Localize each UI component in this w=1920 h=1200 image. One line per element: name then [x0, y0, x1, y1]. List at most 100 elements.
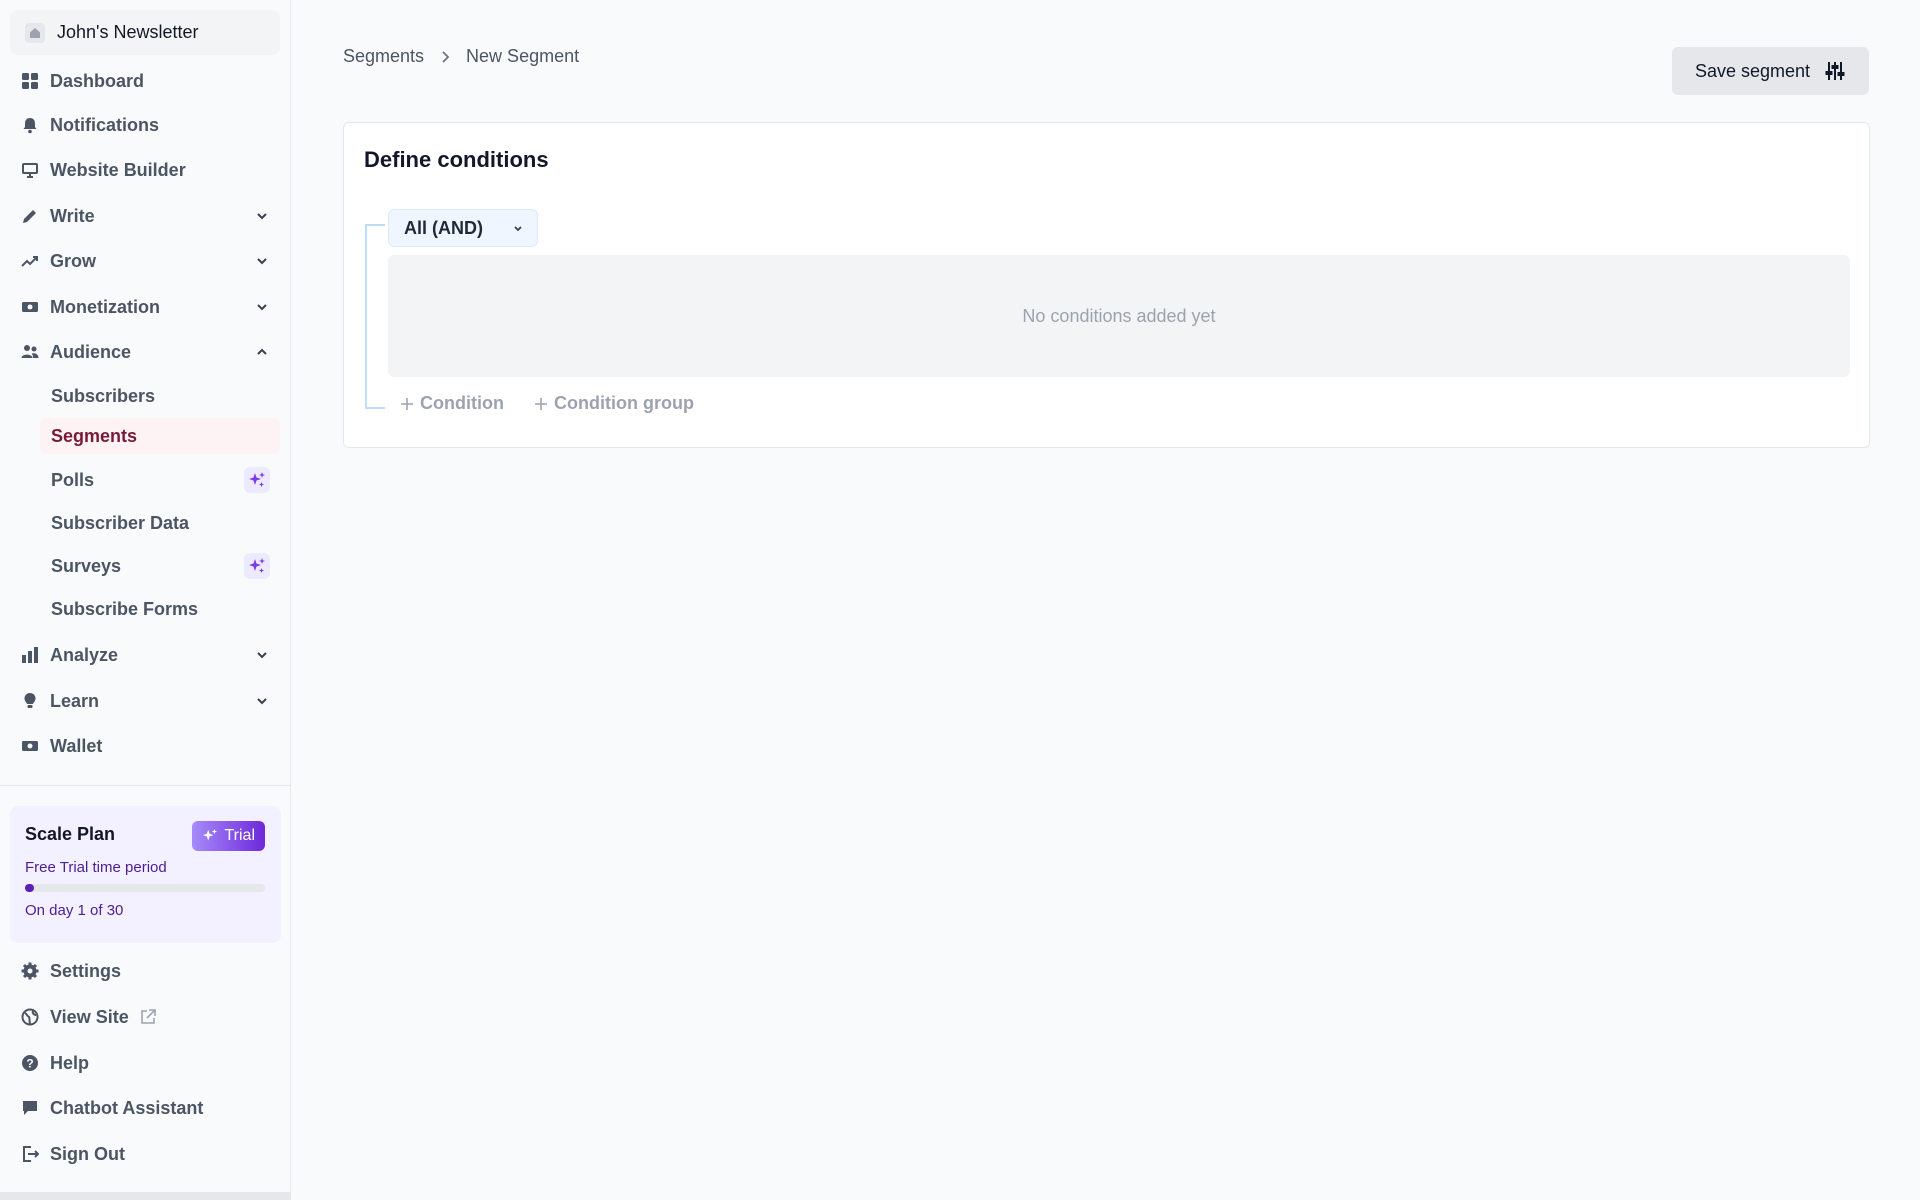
- sub-item-label: Surveys: [51, 555, 122, 576]
- bell-icon: [20, 115, 40, 135]
- sidebar-item-segments[interactable]: Segments: [40, 418, 280, 454]
- question-circle-icon: ?: [20, 1053, 40, 1073]
- nav-label: Learn: [50, 690, 100, 711]
- plan-card[interactable]: Scale Plan Trial Free Trial time period …: [10, 806, 281, 943]
- external-link-icon: [140, 1009, 156, 1024]
- sign-out-icon: [20, 1144, 40, 1164]
- save-segment-label: Save segment: [1694, 60, 1811, 81]
- add-condition-group-button[interactable]: Condition group: [534, 393, 694, 414]
- chevron-down-icon: [257, 652, 267, 659]
- chevron-down-icon: [257, 258, 267, 265]
- chevron-right-icon: [442, 50, 450, 63]
- nav-label: Analyze: [50, 644, 119, 665]
- sub-item-label: Subscribe Forms: [51, 598, 199, 619]
- home-icon: [25, 22, 45, 43]
- sidebar: John's Newsletter Dashboard Notification…: [0, 0, 291, 1200]
- logic-operator-select[interactable]: All (AND): [388, 209, 538, 247]
- nav-label: Chatbot Assistant: [50, 1097, 204, 1118]
- define-conditions-card: Define conditions All (AND) No condition…: [343, 122, 1870, 448]
- plus-icon: [401, 397, 413, 410]
- nav-label: Dashboard: [50, 70, 145, 91]
- sidebar-item-polls[interactable]: Polls: [40, 462, 280, 498]
- globe-icon: [20, 1007, 40, 1027]
- publication-switcher[interactable]: John's Newsletter: [10, 10, 280, 55]
- sidebar-scrollbar[interactable]: [0, 1192, 291, 1200]
- empty-conditions: No conditions added yet: [388, 255, 1850, 377]
- nav-sign-out[interactable]: Sign Out: [10, 1135, 280, 1173]
- sidebar-item-subscribers[interactable]: Subscribers: [40, 378, 280, 414]
- add-condition-label: Condition: [420, 393, 504, 413]
- sparkle-icon: [203, 828, 218, 841]
- chevron-down-icon: [257, 698, 267, 705]
- nav-grow[interactable]: Grow: [10, 242, 280, 280]
- breadcrumb-segments[interactable]: Segments: [343, 46, 424, 67]
- add-condition-button[interactable]: Condition: [400, 393, 504, 414]
- nav-settings[interactable]: Settings: [10, 952, 280, 990]
- sub-item-label: Segments: [51, 425, 138, 446]
- publication-name: John's Newsletter: [57, 22, 199, 42]
- nav-label: Help: [50, 1052, 90, 1073]
- breadcrumb-current: New Segment: [466, 46, 580, 66]
- breadcrumb: Segments New Segment: [343, 46, 579, 67]
- wallet-icon: [20, 736, 40, 756]
- sub-item-label: Polls: [51, 469, 95, 490]
- chat-icon: [20, 1098, 40, 1118]
- pencil-icon: [20, 206, 40, 226]
- nav-dashboard[interactable]: Dashboard: [10, 62, 280, 100]
- nav-label: Write: [50, 205, 95, 226]
- nav-wallet[interactable]: Wallet: [10, 727, 280, 765]
- trial-progress-fill: [25, 884, 34, 892]
- dashboard-icon: [20, 71, 40, 91]
- chevron-down-icon: [257, 304, 267, 311]
- nav-label: Audience: [50, 341, 132, 362]
- nav-website-builder[interactable]: Website Builder: [10, 151, 280, 189]
- svg-text:?: ?: [26, 1057, 33, 1071]
- sidebar-item-subscriber-data[interactable]: Subscriber Data: [40, 505, 280, 541]
- monitor-icon: [20, 160, 40, 180]
- sparkle-icon: [244, 553, 270, 579]
- nav-learn[interactable]: Learn: [10, 682, 280, 720]
- sub-item-label: Subscriber Data: [51, 512, 190, 533]
- chevron-down-icon: [257, 213, 267, 220]
- trending-up-icon: [20, 251, 40, 271]
- nav-label: Grow: [50, 250, 97, 271]
- nav-label: Website Builder: [50, 159, 186, 180]
- sub-item-label: Subscribers: [51, 385, 156, 406]
- nav-chatbot[interactable]: Chatbot Assistant: [10, 1089, 280, 1127]
- trial-progress-bar: [25, 884, 265, 892]
- lightbulb-icon: [20, 691, 40, 711]
- card-title: Define conditions: [364, 147, 549, 172]
- nav-analyze[interactable]: Analyze: [10, 636, 280, 674]
- condition-tree-line: [365, 224, 385, 409]
- nav-label: Monetization: [50, 296, 160, 317]
- nav-view-site[interactable]: View Site: [10, 998, 280, 1036]
- sidebar-divider: [0, 785, 291, 786]
- nav-audience[interactable]: Audience: [10, 333, 280, 371]
- cash-icon: [20, 297, 40, 317]
- save-segment-button[interactable]: Save segment: [1672, 47, 1869, 95]
- plan-subtitle: Free Trial time period: [25, 859, 167, 876]
- trial-badge-label: Trial: [224, 827, 255, 844]
- sidebar-item-surveys[interactable]: Surveys: [40, 548, 280, 584]
- bar-chart-icon: [20, 645, 40, 665]
- nav-help[interactable]: ? Help: [10, 1044, 280, 1082]
- nav-monetization[interactable]: Monetization: [10, 288, 280, 326]
- add-condition-group-label: Condition group: [554, 393, 694, 413]
- nav-label: View Site: [50, 1006, 129, 1027]
- empty-conditions-text: No conditions added yet: [1022, 305, 1216, 326]
- chevron-down-icon: [514, 226, 522, 232]
- nav-label: Notifications: [50, 114, 160, 135]
- gear-icon: [20, 961, 40, 981]
- nav-label: Wallet: [50, 735, 103, 756]
- operator-label: All (AND): [404, 217, 483, 238]
- trial-badge[interactable]: Trial: [192, 821, 265, 851]
- users-icon: [20, 342, 40, 362]
- sidebar-item-subscribe-forms[interactable]: Subscribe Forms: [40, 591, 280, 627]
- nav-notifications[interactable]: Notifications: [10, 106, 280, 144]
- nav-label: Sign Out: [50, 1143, 125, 1164]
- nav-write[interactable]: Write: [10, 197, 280, 235]
- nav-label: Settings: [50, 960, 122, 981]
- chevron-up-icon: [257, 348, 267, 355]
- sparkle-icon: [244, 467, 270, 493]
- plus-icon: [535, 397, 547, 410]
